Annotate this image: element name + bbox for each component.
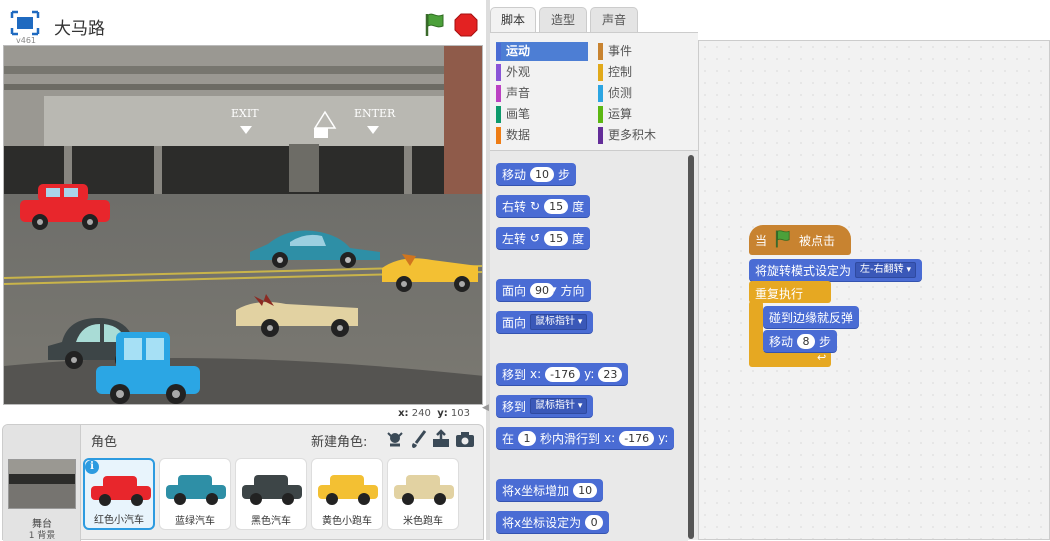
turn-left-icon: ↺	[530, 231, 541, 245]
category-label: 更多积木	[608, 128, 657, 142]
block-set-x[interactable]: 将x坐标设定为 0	[496, 511, 610, 533]
block-goto-xy[interactable]: 移到 x: -176 y: 23	[496, 363, 629, 385]
category-color-bar	[496, 85, 501, 102]
sprite-car-icon	[91, 476, 151, 506]
sprite-library-icon[interactable]	[385, 429, 405, 449]
fullscreen-icon[interactable]	[10, 10, 40, 36]
category-label: 运算	[608, 107, 633, 121]
green-flag-icon	[773, 229, 793, 252]
block-turn-left[interactable]: 左转 ↺ 15 度	[496, 227, 591, 249]
block-glide[interactable]: 在 1 秒内滑行到 x: -176 y:	[496, 427, 675, 449]
project-title[interactable]: 大马路	[54, 14, 254, 39]
tab-sounds[interactable]: 声音	[590, 7, 638, 33]
category-color-bar	[496, 106, 501, 123]
green-flag-icon[interactable]	[423, 12, 447, 38]
sprite-name: 蓝绿汽车	[175, 516, 215, 527]
category-list: 运动 事件外观 控制声音 侦测画笔 运算数据 更多积木	[490, 33, 698, 151]
category-0[interactable]: 运动	[496, 42, 588, 61]
stage-canvas[interactable]: EXIT ENTER	[3, 45, 483, 405]
category-color-bar	[598, 127, 603, 144]
category-8[interactable]: 数据	[496, 126, 588, 145]
turn-right-icon: ↻	[530, 199, 541, 213]
category-label: 外观	[506, 65, 531, 79]
palette-scrollbar[interactable]	[688, 155, 694, 539]
category-4[interactable]: 声音	[496, 84, 588, 103]
category-6[interactable]: 画笔	[496, 105, 588, 124]
sprite-thumb-2[interactable]: 黑色汽车	[235, 458, 307, 530]
block-when-flag-clicked[interactable]: 当 被点击	[749, 225, 851, 255]
block-move-8-steps[interactable]: 移动 8 步	[763, 330, 838, 352]
category-label: 侦测	[608, 86, 633, 100]
block-move-steps[interactable]: 移动 10 步	[496, 163, 577, 185]
category-color-bar	[598, 106, 603, 123]
category-9[interactable]: 更多积木	[598, 126, 690, 145]
category-5[interactable]: 侦测	[598, 84, 690, 103]
stage-header: v461 大马路	[0, 0, 484, 45]
mouse-coords: x: 240 y: 103	[398, 408, 470, 419]
block-set-rotation-style[interactable]: 将旋转模式设定为 左-右翻转	[749, 259, 923, 281]
category-label: 运动	[506, 44, 531, 58]
category-color-bar	[496, 127, 501, 144]
block-point-towards[interactable]: 面向 鼠标指针	[496, 311, 594, 333]
brick-building	[444, 46, 482, 206]
sprite-thumb-1[interactable]: 蓝绿汽车	[159, 458, 231, 530]
block-palette: 运动 事件外观 控制声音 侦测画笔 运算数据 更多积木 移动 10 步 右转 ↻ 15 度 左转 ↺ 1…	[482, 32, 698, 541]
backdrop-count: 1 背景	[28, 531, 56, 541]
paint-brush-icon[interactable]	[409, 429, 429, 449]
block-change-x[interactable]: 将x坐标增加 10	[496, 479, 604, 501]
category-2[interactable]: 外观	[496, 63, 588, 82]
enter-sign: ENTER	[354, 107, 396, 120]
sprites-heading: 角色	[91, 435, 118, 450]
block-turn-right[interactable]: 右转 ↻ 15 度	[496, 195, 591, 217]
forever-arm	[749, 301, 763, 357]
coord-y: 103	[450, 408, 470, 419]
version-label: v461	[16, 36, 37, 45]
sprite-thumb-0[interactable]: 红色小汽车 i	[83, 458, 155, 530]
sprite-name: 黑色汽车	[251, 516, 291, 527]
camera-icon[interactable]	[455, 429, 475, 449]
coord-x: 240	[411, 408, 431, 419]
tab-costumes[interactable]: 造型	[539, 7, 587, 33]
stage-column[interactable]: 舞台 1 背景	[3, 425, 81, 541]
sprite-car-icon	[242, 475, 302, 505]
sprite-car-icon	[394, 475, 454, 505]
category-7[interactable]: 运算	[598, 105, 690, 124]
category-3[interactable]: 控制	[598, 63, 690, 82]
info-icon[interactable]: i	[85, 460, 99, 474]
category-label: 控制	[608, 65, 633, 79]
category-color-bar	[598, 64, 603, 81]
sprite-name: 米色跑车	[403, 516, 443, 527]
sprite-car-icon	[166, 475, 226, 505]
block-goto[interactable]: 移到 鼠标指针	[496, 395, 594, 417]
category-color-bar	[598, 43, 603, 60]
category-1[interactable]: 事件	[598, 42, 690, 61]
palette-blocks: 移动10步 右转↻15度 左转↺15度 面向90▾方向 面向鼠标指针 移到x:-…	[490, 153, 688, 541]
category-color-bar	[598, 85, 603, 102]
category-color-bar	[496, 43, 501, 60]
loop-arrow-icon: ↩	[817, 351, 827, 364]
category-label: 画笔	[506, 107, 531, 121]
category-color-bar	[496, 64, 501, 81]
upload-sprite-icon[interactable]	[431, 429, 451, 449]
exit-sign: EXIT	[231, 107, 259, 120]
new-sprite-label: 新建角色:	[311, 435, 368, 450]
script-area[interactable]: 当 被点击 将旋转模式设定为左-右翻转 重复执行 ↩ 碰到边缘就反弹 移动8步	[698, 40, 1050, 540]
category-label: 声音	[506, 86, 531, 100]
stop-icon[interactable]	[454, 13, 478, 37]
sprite-panel: 舞台 1 背景 角色 新建角色: 红色小汽车 i 蓝绿汽车 黑色汽车 黄色小跑车 米色跑车	[2, 424, 484, 541]
tab-scripts[interactable]: 脚本	[490, 7, 536, 33]
sprite-name: 黄色小跑车	[322, 516, 372, 527]
chevron-down-icon: ▾	[552, 285, 557, 295]
block-bounce-on-edge[interactable]: 碰到边缘就反弹	[763, 306, 860, 328]
collapse-arrow-icon[interactable]: ◀	[482, 403, 489, 413]
forever-label: 重复执行	[755, 287, 804, 301]
sprite-thumb-3[interactable]: 黄色小跑车	[311, 458, 383, 530]
block-point-in-direction[interactable]: 面向 90 ▾ 方向	[496, 279, 591, 301]
category-label: 数据	[506, 128, 531, 142]
category-label: 事件	[608, 44, 633, 58]
sprite-car-icon	[318, 475, 378, 505]
sprite-thumb-4[interactable]: 米色跑车	[387, 458, 459, 530]
sprite-name: 红色小汽车	[94, 515, 144, 526]
stage-thumbnail[interactable]	[8, 459, 76, 509]
